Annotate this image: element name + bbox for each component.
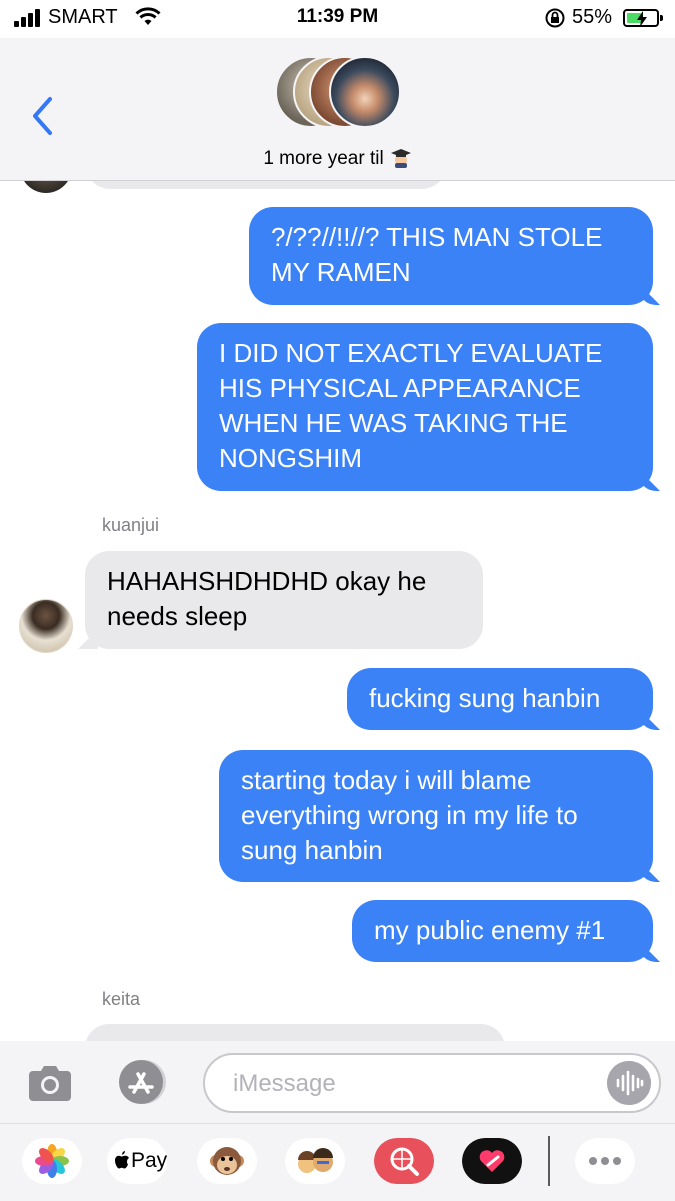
message-text: starting today i will blame everything w… [241, 765, 578, 865]
message-text: fucking sung hanbin [369, 683, 601, 713]
message-input[interactable] [231, 1067, 595, 1101]
message-text: HAHAHSHDHDHD okay he needs sleep [107, 566, 427, 631]
photos-icon[interactable] [22, 1138, 82, 1184]
battery-percent: 55% [572, 6, 613, 28]
more-icon[interactable] [575, 1138, 635, 1184]
message-bubble-outgoing[interactable]: starting today i will blame everything w… [219, 750, 653, 882]
message-bubble-incoming[interactable]: HAHAHSHDHDHD okay he needs sleep [85, 551, 483, 649]
message-bubble-outgoing[interactable]: ?/??//!!//? THIS MAN STOLE MY RAMEN [249, 207, 653, 305]
status-bar: SMART 11:39 PM 55% [0, 0, 675, 38]
message-bubble-outgoing[interactable]: fucking sung hanbin [347, 668, 653, 730]
message-text: I DID NOT EXACTLY EVALUATE HIS PHYSICAL … [219, 338, 603, 473]
message-input-field[interactable] [203, 1053, 661, 1113]
conversation-title[interactable]: 1 more year til [0, 146, 675, 170]
composer-bar [0, 1041, 675, 1123]
message-thread[interactable]: ?/??//!!//? THIS MAN STOLE MY RAMEN I DI… [0, 181, 675, 1041]
message-text: my public enemy #1 [374, 915, 606, 945]
apple-pay-label: Pay [131, 1149, 168, 1172]
app-store-icon[interactable] [114, 1059, 170, 1105]
message-text: ?/??//!!//? THIS MAN STOLE MY RAMEN [271, 222, 603, 287]
conversation-header: 1 more year til [0, 38, 675, 181]
avatar[interactable] [19, 599, 73, 653]
drawer-divider [548, 1136, 550, 1186]
chevron-left-icon[interactable] [30, 96, 54, 136]
message-bubble-outgoing[interactable]: I DID NOT EXACTLY EVALUATE HIS PHYSICAL … [197, 323, 653, 491]
message-bubble-outgoing[interactable]: my public enemy #1 [352, 900, 653, 962]
monkey-animoji-icon[interactable] [197, 1138, 257, 1184]
conversation-title-text: 1 more year til [263, 148, 384, 169]
group-avatars[interactable] [275, 56, 405, 132]
memoji-icon[interactable] [285, 1138, 345, 1184]
message-bubble-incoming[interactable] [85, 1024, 505, 1041]
sender-name: kuanjui [102, 515, 160, 535]
camera-icon[interactable] [27, 1061, 73, 1103]
graduation-cap-emoji [390, 149, 411, 168]
message-bubble-incoming[interactable] [86, 181, 446, 189]
audio-waveform-icon[interactable] [607, 1061, 651, 1105]
avatar [329, 56, 401, 128]
orientation-lock-icon [545, 8, 565, 28]
web-search-icon[interactable] [374, 1138, 434, 1184]
apple-pay-icon[interactable]: Pay [107, 1138, 167, 1184]
avatar [20, 181, 72, 193]
app-drawer: Pay [0, 1123, 675, 1201]
sender-name: keita [102, 989, 141, 1009]
digital-touch-icon[interactable] [462, 1138, 522, 1184]
battery-charging-icon [623, 9, 663, 27]
apple-logo-icon [115, 1151, 129, 1169]
